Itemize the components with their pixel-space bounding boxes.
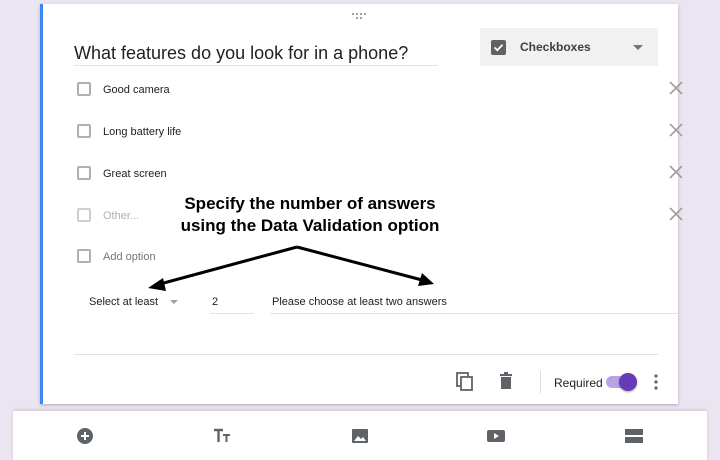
annotation-arrows bbox=[148, 245, 434, 291]
arrow-left-head bbox=[148, 278, 166, 291]
arrow-right bbox=[296, 245, 423, 282]
section-icon[interactable] bbox=[624, 426, 644, 446]
arrow-left bbox=[159, 245, 298, 286]
add-circle-icon[interactable] bbox=[75, 426, 95, 446]
add-item-toolbar bbox=[13, 411, 707, 460]
arrow-right-head bbox=[418, 273, 434, 286]
video-icon[interactable] bbox=[486, 426, 506, 446]
image-icon[interactable] bbox=[350, 426, 370, 446]
title-icon[interactable] bbox=[212, 426, 232, 446]
